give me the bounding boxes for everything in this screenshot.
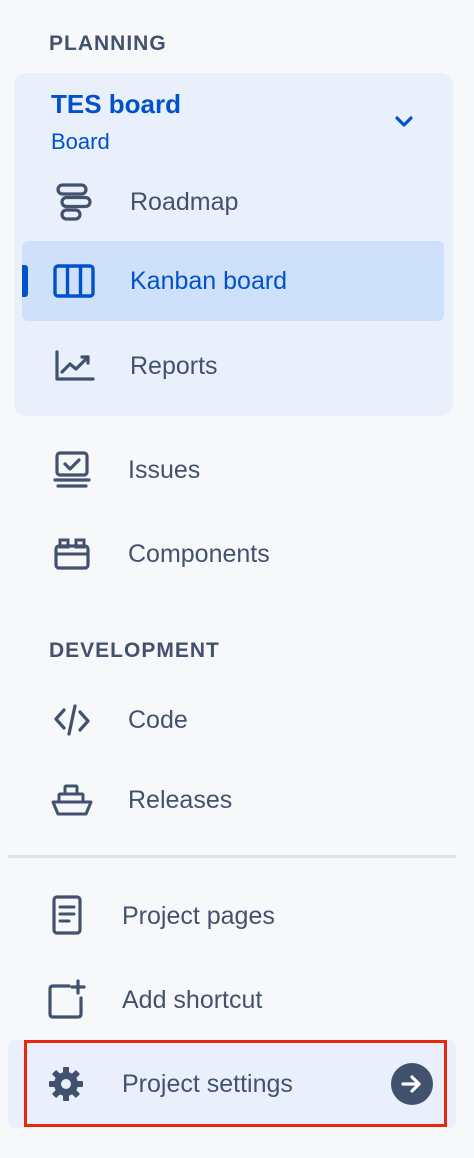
components-icon <box>48 530 96 578</box>
add-shortcut-icon <box>42 976 90 1024</box>
issues-stack-icon <box>48 446 96 494</box>
sidebar-item-label: Reports <box>130 351 218 380</box>
page-icon <box>42 892 90 940</box>
sidebar-item-releases[interactable]: Releases <box>48 776 232 824</box>
sidebar-item-label: Code <box>128 705 188 734</box>
sidebar-item-code[interactable]: Code <box>48 696 188 744</box>
divider <box>8 855 456 858</box>
sidebar-item-label: Add shortcut <box>122 985 263 1014</box>
sidebar-item-components[interactable]: Components <box>48 530 270 578</box>
chevron-down-icon <box>395 116 413 127</box>
sidebar-item-label: Releases <box>128 785 233 814</box>
ship-icon <box>48 776 96 824</box>
sidebar-item-label: Components <box>128 539 270 568</box>
project-sidebar: PLANNING TES board Board Roadmap Kanban … <box>0 0 474 1158</box>
kanban-columns-icon <box>50 257 98 305</box>
code-icon <box>48 696 96 744</box>
sidebar-item-roadmap[interactable]: Roadmap <box>50 178 238 226</box>
sidebar-item-label: Roadmap <box>130 187 239 216</box>
section-heading-planning: PLANNING <box>49 32 167 55</box>
sidebar-item-issues[interactable]: Issues <box>48 446 200 494</box>
sidebar-item-label: Project pages <box>122 901 275 930</box>
sidebar-item-label: Issues <box>128 455 201 484</box>
section-heading-development: DEVELOPMENT <box>49 639 220 662</box>
roadmap-icon <box>50 178 98 226</box>
board-switcher-chevron[interactable] <box>386 106 422 138</box>
sidebar-item-project-pages[interactable]: Project pages <box>42 892 275 940</box>
board-subtitle: Board <box>51 129 110 154</box>
sidebar-item-add-shortcut[interactable]: Add shortcut <box>42 976 262 1024</box>
sidebar-item-reports[interactable]: Reports <box>50 342 218 390</box>
board-title[interactable]: TES board <box>51 89 181 120</box>
chart-trend-icon <box>50 342 98 390</box>
highlight-box <box>24 1040 447 1127</box>
active-indicator <box>22 265 28 297</box>
sidebar-item-kanban-board[interactable]: Kanban board <box>50 257 287 305</box>
sidebar-item-label: Kanban board <box>130 266 288 295</box>
